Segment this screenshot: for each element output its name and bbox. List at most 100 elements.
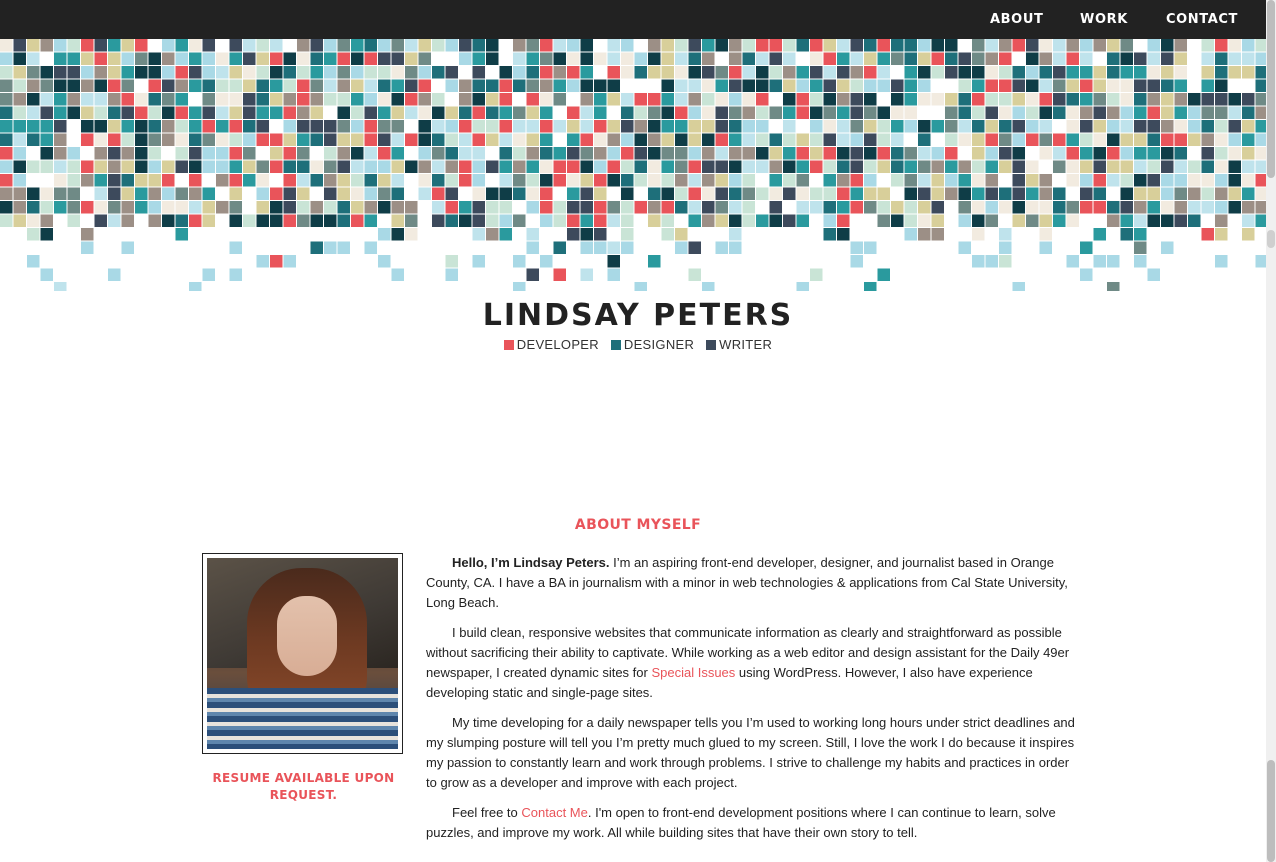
mosaic-tile	[567, 174, 580, 187]
mosaic-tile	[189, 93, 202, 106]
scrollbar-thumb[interactable]	[1267, 0, 1275, 178]
mosaic-tile	[580, 174, 593, 187]
mosaic-tile	[648, 174, 661, 187]
nav-link-contact[interactable]: CONTACT	[1166, 12, 1238, 27]
mosaic-tile	[351, 93, 364, 106]
mosaic-tile	[189, 120, 202, 133]
mosaic-tile	[972, 52, 985, 65]
mosaic-tile	[513, 106, 526, 119]
mosaic-tile	[40, 79, 53, 92]
mosaic-tile	[1026, 187, 1039, 200]
mosaic-tile	[526, 241, 539, 254]
mosaic-tile	[783, 106, 796, 119]
mosaic-tile	[634, 160, 647, 173]
mosaic-tile	[634, 201, 647, 214]
mosaic-tile	[148, 160, 161, 173]
mosaic-tile	[594, 201, 607, 214]
mosaic-tile	[1161, 147, 1174, 160]
mosaic-tile	[189, 79, 202, 92]
mosaic-tile	[567, 39, 580, 52]
mosaic-tile	[324, 241, 337, 254]
mosaic-tile	[364, 79, 377, 92]
mosaic-tile	[1026, 106, 1039, 119]
mosaic-tile	[634, 174, 647, 187]
mosaic-tile	[1053, 93, 1066, 106]
mosaic-tile	[999, 66, 1012, 79]
mosaic-tile	[958, 174, 971, 187]
mosaic-tile	[1134, 93, 1147, 106]
mosaic-tile	[1026, 201, 1039, 214]
mosaic-tile	[1188, 160, 1201, 173]
mosaic-tile	[67, 160, 80, 173]
mosaic-tile	[445, 187, 458, 200]
mosaic-tile	[607, 120, 620, 133]
mosaic-tile	[175, 52, 188, 65]
mosaic-tile	[1174, 174, 1187, 187]
mosaic-tile	[958, 93, 971, 106]
mosaic-tile	[904, 52, 917, 65]
mosaic-tile	[661, 79, 674, 92]
role-writer: WRITER	[706, 337, 772, 352]
mosaic-tile	[283, 174, 296, 187]
contact-me-link[interactable]: Contact Me	[521, 805, 587, 820]
mosaic-tile	[1188, 214, 1201, 227]
nav-link-about[interactable]: ABOUT	[990, 12, 1043, 27]
mosaic-tile	[270, 106, 283, 119]
mosaic-tile	[715, 66, 728, 79]
mosaic-tile	[972, 106, 985, 119]
mosaic-tile	[729, 187, 742, 200]
mosaic-tile	[1215, 255, 1228, 268]
nav-link-work[interactable]: WORK	[1080, 12, 1128, 27]
scrollbar-thumb-lower[interactable]	[1267, 760, 1275, 862]
mosaic-tile	[27, 174, 40, 187]
mosaic-tile	[310, 93, 323, 106]
mosaic-tile	[378, 52, 391, 65]
mosaic-tile	[1066, 214, 1079, 227]
mosaic-tile	[40, 160, 53, 173]
mosaic-tile	[985, 187, 998, 200]
mosaic-tile	[391, 174, 404, 187]
mosaic-tile	[81, 93, 94, 106]
mosaic-tile	[432, 66, 445, 79]
mosaic-tile	[796, 93, 809, 106]
mosaic-tile	[918, 133, 931, 146]
mosaic-tile	[445, 268, 458, 281]
mosaic-tile	[1228, 201, 1241, 214]
mosaic-tile	[202, 93, 215, 106]
mosaic-tile	[391, 214, 404, 227]
mosaic-tile	[1188, 93, 1201, 106]
mosaic-tile	[472, 120, 485, 133]
mosaic-tile	[999, 255, 1012, 268]
mosaic-tile	[1012, 187, 1025, 200]
page-scrollbar[interactable]	[1266, 0, 1276, 862]
mosaic-tile	[553, 66, 566, 79]
mosaic-tile	[148, 187, 161, 200]
mosaic-tile	[202, 52, 215, 65]
mosaic-tile	[1174, 187, 1187, 200]
mosaic-tile	[1147, 214, 1160, 227]
mosaic-tile	[661, 66, 674, 79]
special-issues-link[interactable]: Special Issues	[651, 665, 735, 680]
mosaic-tile	[337, 133, 350, 146]
mosaic-tile	[499, 174, 512, 187]
mosaic-tile	[810, 93, 823, 106]
mosaic-tile	[13, 133, 26, 146]
mosaic-tile	[27, 66, 40, 79]
mosaic-tile	[567, 79, 580, 92]
mosaic-tile	[567, 187, 580, 200]
mosaic-tile	[648, 106, 661, 119]
mosaic-tile	[108, 160, 121, 173]
mosaic-tile	[378, 201, 391, 214]
mosaic-tile	[742, 214, 755, 227]
mosaic-tile	[513, 214, 526, 227]
mosaic-tile	[526, 52, 539, 65]
mosaic-tile	[810, 52, 823, 65]
mosaic-tile	[108, 79, 121, 92]
mosaic-tile	[621, 187, 634, 200]
mosaic-tile	[459, 201, 472, 214]
mosaic-tile	[1120, 39, 1133, 52]
mosaic-tile	[418, 52, 431, 65]
mosaic-tile	[526, 268, 539, 281]
mosaic-tile	[756, 214, 769, 227]
mosaic-tile	[378, 255, 391, 268]
